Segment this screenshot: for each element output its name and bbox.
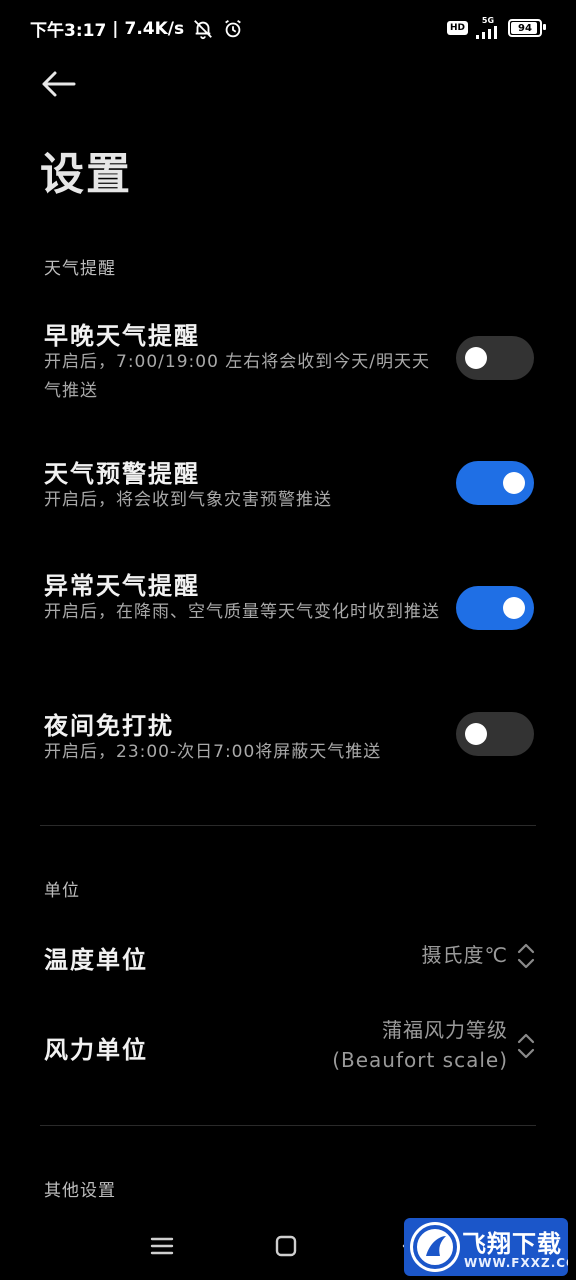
setting-description: 开启后，7:00/19:00 左右将会收到今天/明天天气推送 — [44, 352, 431, 401]
temperature-unit-value: 摄氏度℃ — [421, 943, 508, 967]
signal-indicator: 5G — [474, 17, 502, 39]
status-right: HD 5G 94 — [446, 17, 546, 39]
setting-title: 早晚天气提醒 — [44, 322, 200, 350]
status-left: 下午3:17 | 7.4K/s — [30, 16, 244, 41]
wind-unit-value-line2: (Beaufort scale) — [332, 1048, 508, 1072]
page-title: 设置 — [40, 149, 132, 200]
signal-bars-icon — [476, 26, 497, 39]
setting-row-wind-unit[interactable]: 风力单位 蒲福风力等级 (Beaufort scale) — [0, 1012, 576, 1082]
mute-bell-icon — [194, 19, 213, 39]
battery-level: 94 — [518, 22, 532, 34]
toggle-warning[interactable] — [456, 461, 534, 505]
section-label-other: 其他设置 — [44, 1181, 116, 1201]
section-divider — [40, 825, 536, 826]
watermark-emblem-graphic — [413, 1225, 457, 1269]
toggle-knob — [503, 472, 525, 494]
section-label-weather-alerts: 天气提醒 — [44, 259, 116, 279]
toggle-morning-evening[interactable] — [456, 336, 534, 380]
watermark-text-en: WWW.FXXZ.COM — [464, 1256, 568, 1270]
setting-title: 天气预警提醒 — [44, 460, 200, 488]
setting-title: 异常天气提醒 — [44, 572, 200, 600]
wind-unit-value-line1: 蒲福风力等级 — [382, 1018, 508, 1042]
status-bar: 下午3:17 | 7.4K/s HD 5G 94 — [0, 0, 576, 56]
back-arrow-icon[interactable] — [40, 68, 76, 100]
home-icon[interactable] — [273, 1233, 299, 1259]
battery-nub — [543, 24, 546, 30]
toggle-knob — [465, 723, 487, 745]
toggle-dnd[interactable] — [456, 712, 534, 756]
settings-screen: 下午3:17 | 7.4K/s HD 5G 94 设置 天气提醒 早晚天气提醒 … — [0, 0, 576, 1280]
setting-row-dnd[interactable]: 夜间免打扰 开启后，23:00-次日7:00将屏蔽天气推送 — [0, 704, 576, 774]
setting-row-warning[interactable]: 天气预警提醒 开启后，将会收到气象灾害预警推送 — [0, 452, 576, 522]
menu-icon[interactable] — [149, 1233, 175, 1259]
setting-description: 开启后，在降雨、空气质量等天气变化时收到推送 — [44, 602, 440, 622]
hd-badge: HD — [446, 21, 468, 35]
watermark-text-cn: 飞翔下载 — [462, 1230, 562, 1258]
toggle-knob — [465, 347, 487, 369]
setting-description: 开启后，23:00-次日7:00将屏蔽天气推送 — [44, 742, 382, 762]
up-down-chevron-icon — [517, 943, 535, 969]
setting-title: 风力单位 — [44, 1036, 148, 1064]
status-time: 下午3:17 — [30, 21, 107, 41]
toggle-abnormal[interactable] — [456, 586, 534, 630]
watermark-logo: 飞翔下载 WWW.FXXZ.COM — [404, 1218, 568, 1276]
battery-icon: 94 — [508, 19, 546, 37]
up-down-chevron-icon — [517, 1033, 535, 1059]
setting-description: 开启后，将会收到气象灾害预警推送 — [44, 490, 332, 510]
section-label-units: 单位 — [44, 881, 80, 901]
status-net-speed: 7.4K/s — [124, 18, 185, 39]
section-divider — [40, 1125, 536, 1126]
setting-row-temperature-unit[interactable]: 温度单位 摄氏度℃ — [0, 934, 576, 978]
setting-row-morning-evening[interactable]: 早晚天气提醒 开启后，7:00/19:00 左右将会收到今天/明天天气推送 — [0, 314, 576, 414]
network-type: 5G — [481, 16, 495, 25]
watermark-emblem-icon — [410, 1222, 460, 1272]
setting-row-abnormal[interactable]: 异常天气提醒 开启后，在降雨、空气质量等天气变化时收到推送 — [0, 564, 576, 664]
setting-title: 夜间免打扰 — [44, 712, 174, 740]
toggle-knob — [503, 597, 525, 619]
status-separator: | — [112, 18, 119, 39]
setting-title: 温度单位 — [44, 946, 148, 974]
alarm-clock-icon — [225, 19, 241, 37]
